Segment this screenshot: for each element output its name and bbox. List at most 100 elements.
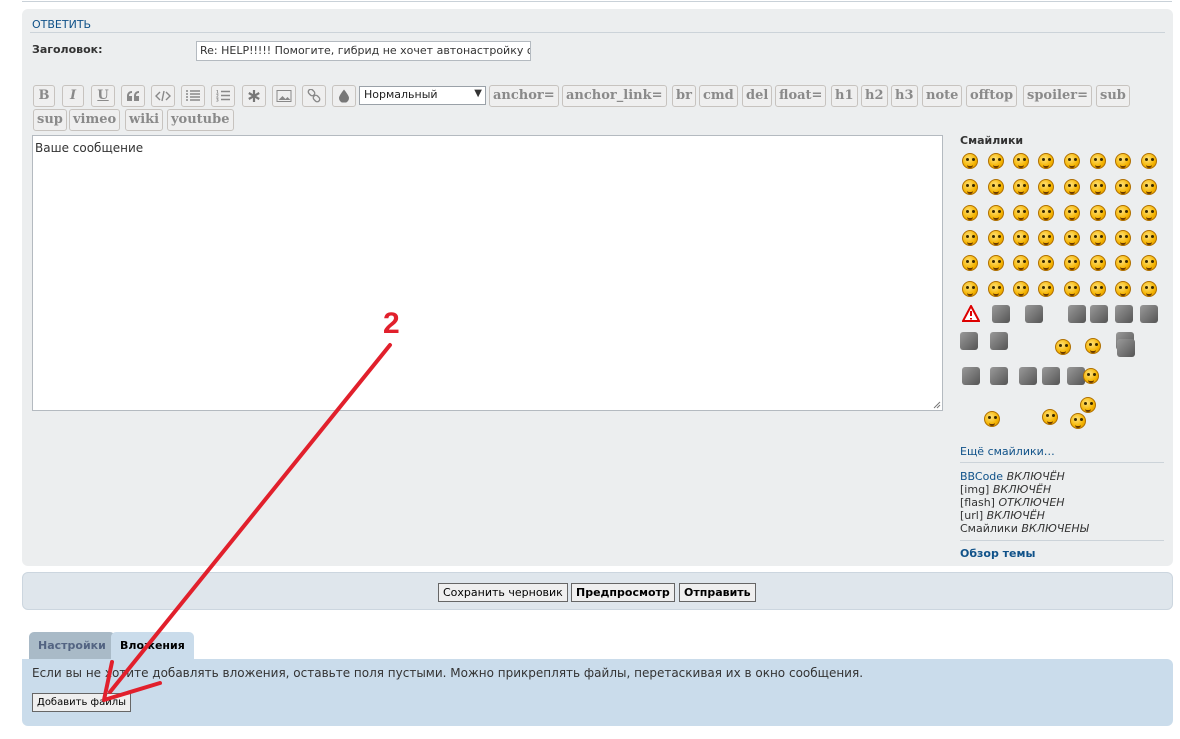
smiley-icon[interactable] xyxy=(984,411,1000,427)
list-button[interactable] xyxy=(181,85,205,107)
quote-button[interactable] xyxy=(121,85,145,107)
smiley-icon[interactable] xyxy=(1080,397,1096,413)
smiley-icon[interactable] xyxy=(1013,230,1029,246)
tag-button-sup[interactable]: sup xyxy=(33,109,67,131)
save-draft-button[interactable]: Сохранить черновик xyxy=(438,583,568,602)
smiley-icon[interactable] xyxy=(1064,153,1080,169)
smiley-icon[interactable] xyxy=(1090,281,1106,297)
italic-button[interactable]: I xyxy=(62,85,84,107)
drill-icon[interactable] xyxy=(1019,367,1037,385)
smiley-icon[interactable] xyxy=(1115,255,1131,271)
hammer-icon[interactable] xyxy=(1090,305,1108,323)
smiley-icon[interactable] xyxy=(1013,153,1029,169)
smiley-icon[interactable] xyxy=(1064,205,1080,221)
smiley-icon[interactable] xyxy=(962,255,978,271)
smiley-icon[interactable] xyxy=(1115,205,1131,221)
smiley-icon[interactable] xyxy=(1013,281,1029,297)
underline-button[interactable]: U xyxy=(91,85,115,107)
smiley-icon[interactable] xyxy=(1090,205,1106,221)
tag-button-sub[interactable]: sub xyxy=(1096,85,1130,107)
tag-button-h1[interactable]: h1 xyxy=(831,85,858,107)
smiley-icon[interactable] xyxy=(1042,409,1058,425)
message-textarea[interactable]: Ваше сообщение xyxy=(32,135,943,411)
smiley-icon[interactable] xyxy=(1090,179,1106,195)
smiley-icon[interactable] xyxy=(1090,230,1106,246)
tag-button-anchor-link[interactable]: anchor_link= xyxy=(562,85,667,107)
smiley-icon[interactable] xyxy=(1064,230,1080,246)
subject-input[interactable]: Re: HELP!!!!! Помогите, гибрид не хочет … xyxy=(196,41,531,61)
url-button[interactable] xyxy=(302,85,326,107)
smiley-icon[interactable] xyxy=(1013,205,1029,221)
engine-icon[interactable] xyxy=(992,305,1010,323)
tag-button-del[interactable]: del xyxy=(742,85,773,107)
smiley-icon[interactable] xyxy=(1064,281,1080,297)
smiley-icon[interactable] xyxy=(1070,413,1086,429)
smiley-icon[interactable] xyxy=(1013,179,1029,195)
smiley-icon[interactable] xyxy=(1115,281,1131,297)
smiley-icon[interactable] xyxy=(962,179,978,195)
bulb-icon[interactable] xyxy=(1042,367,1060,385)
smiley-icon[interactable] xyxy=(1085,338,1101,354)
bold-button[interactable]: B xyxy=(33,85,55,107)
warning-icon[interactable] xyxy=(961,303,981,323)
magnifier-icon[interactable] xyxy=(990,367,1008,385)
smiley-icon[interactable] xyxy=(988,281,1004,297)
smiley-icon[interactable] xyxy=(1038,281,1054,297)
smiley-icon[interactable] xyxy=(1141,230,1157,246)
pliers-icon[interactable] xyxy=(960,332,978,350)
tag-button-anchor[interactable]: anchor= xyxy=(489,85,559,107)
add-files-button[interactable]: Добавить файлы xyxy=(32,693,131,712)
screwdriver-icon[interactable] xyxy=(1115,305,1133,323)
smiley-icon[interactable] xyxy=(962,281,978,297)
tab-attachments[interactable]: Вложения xyxy=(111,632,194,660)
smiley-icon[interactable] xyxy=(1083,368,1099,384)
ordered-list-button[interactable]: 123 xyxy=(211,85,235,107)
phone-icon[interactable] xyxy=(990,332,1008,350)
image-button[interactable] xyxy=(272,85,296,107)
smiley-icon[interactable] xyxy=(962,230,978,246)
smiley-icon[interactable] xyxy=(1013,255,1029,271)
smiley-icon[interactable] xyxy=(1090,153,1106,169)
tag-button-vimeo[interactable]: vimeo xyxy=(69,109,121,131)
tab-settings[interactable]: Настройки xyxy=(29,632,115,660)
smiley-icon[interactable] xyxy=(1038,153,1054,169)
smiley-icon[interactable] xyxy=(988,179,1004,195)
beer-mug-icon[interactable] xyxy=(1068,305,1086,323)
smiley-icon[interactable] xyxy=(1141,205,1157,221)
topic-review-link[interactable]: Обзор темы xyxy=(960,547,1035,560)
smiley-icon[interactable] xyxy=(1055,339,1071,355)
preview-button[interactable]: Предпросмотр xyxy=(571,583,675,602)
smiley-icon[interactable] xyxy=(1038,205,1054,221)
smiley-icon[interactable] xyxy=(1115,179,1131,195)
wrench-icon[interactable] xyxy=(1140,305,1158,323)
smiley-icon[interactable] xyxy=(988,255,1004,271)
tag-button-offtop[interactable]: offtop xyxy=(966,85,1018,107)
list-item-button[interactable] xyxy=(242,85,266,107)
more-smilies-link[interactable]: Ещё смайлики… xyxy=(960,445,1055,458)
smiley-icon[interactable] xyxy=(962,153,978,169)
smiley-icon[interactable] xyxy=(962,205,978,221)
tag-button-h3[interactable]: h3 xyxy=(891,85,918,107)
trumpet-icon[interactable] xyxy=(1117,339,1135,357)
tag-button-spoiler[interactable]: spoiler= xyxy=(1023,85,1092,107)
smiley-icon[interactable] xyxy=(1141,281,1157,297)
submit-button[interactable]: Отправить xyxy=(679,583,756,602)
smiley-icon[interactable] xyxy=(1038,255,1054,271)
tag-button-cmd[interactable]: cmd xyxy=(699,85,738,107)
circuit-board-icon[interactable] xyxy=(1025,305,1043,323)
tag-button-float[interactable]: float= xyxy=(775,85,827,107)
color-button[interactable] xyxy=(332,85,356,107)
resize-grip-icon[interactable] xyxy=(933,401,941,409)
font-size-select[interactable]: Нормальный ▼ xyxy=(359,86,486,105)
smiley-icon[interactable] xyxy=(1141,179,1157,195)
tag-button-h2[interactable]: h2 xyxy=(861,85,888,107)
smiley-icon[interactable] xyxy=(1115,230,1131,246)
smiley-icon[interactable] xyxy=(1064,255,1080,271)
smiley-icon[interactable] xyxy=(1064,179,1080,195)
smiley-icon[interactable] xyxy=(1141,153,1157,169)
smiley-icon[interactable] xyxy=(988,230,1004,246)
spark-plug-icon[interactable] xyxy=(962,367,980,385)
smiley-icon[interactable] xyxy=(1090,255,1106,271)
smiley-icon[interactable] xyxy=(988,205,1004,221)
tag-button-br[interactable]: br xyxy=(672,85,696,107)
